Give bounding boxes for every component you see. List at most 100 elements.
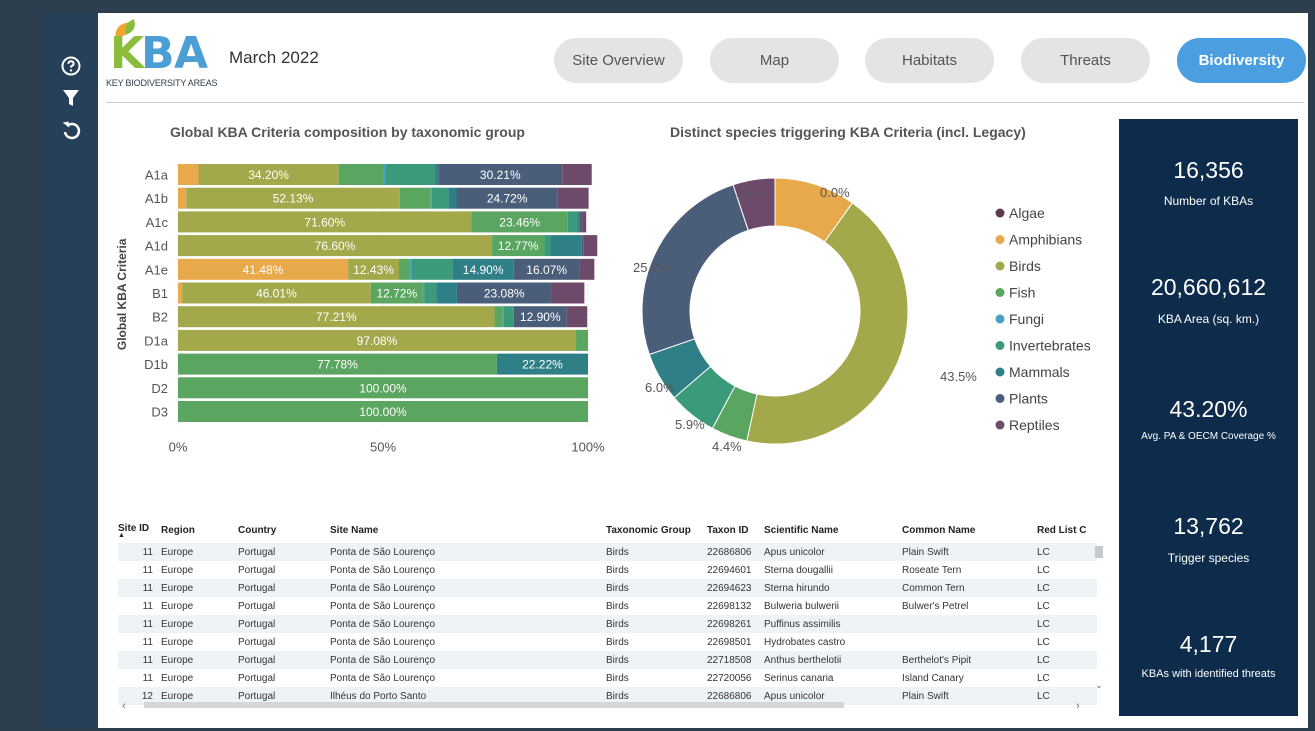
- bar-segment[interactable]: [411, 258, 453, 280]
- nav-biodiversity-button[interactable]: Biodiversity: [1177, 38, 1306, 83]
- donut-chart-title: Distinct species triggering KBA Criteria…: [670, 124, 1026, 140]
- table-cell: 22694601: [707, 564, 752, 576]
- table-cell: Ponta de São Lourenço: [330, 615, 606, 633]
- bar-segment[interactable]: [431, 187, 449, 209]
- table-cell: LC: [1037, 600, 1050, 612]
- bar-segment[interactable]: [579, 258, 595, 280]
- bar-segment[interactable]: [430, 187, 432, 209]
- bar-segment[interactable]: [448, 187, 457, 209]
- bar-segment[interactable]: [494, 306, 503, 328]
- donut-slice[interactable]: [746, 202, 909, 445]
- bar-segment[interactable]: [557, 187, 589, 209]
- bar-segment[interactable]: [583, 235, 598, 257]
- column-header-region[interactable]: Region: [161, 517, 238, 543]
- bar-segment[interactable]: [178, 187, 187, 209]
- table-row[interactable]: 11 Europe Portugal Ponta de São Lourenço Bir…: [118, 633, 1097, 651]
- bar-segment[interactable]: [576, 329, 588, 351]
- legend-label[interactable]: Amphibians: [1009, 232, 1082, 248]
- bar-segment[interactable]: [338, 164, 383, 185]
- table-horizontal-scrollbar[interactable]: ‹ ›: [118, 699, 1086, 711]
- bar-segment[interactable]: [502, 306, 504, 328]
- data-label: 16.07%: [526, 263, 567, 277]
- column-header-site-name[interactable]: Site Name: [330, 517, 606, 543]
- bar-segment[interactable]: [399, 258, 410, 280]
- bar-segment[interactable]: [178, 164, 199, 185]
- bar-segment[interactable]: [562, 164, 592, 185]
- legend-marker: [995, 367, 1005, 377]
- column-header-common-name[interactable]: Common Name: [902, 517, 1037, 543]
- nav-habitats-button[interactable]: Habitats: [865, 38, 994, 83]
- bar-segment[interactable]: [577, 211, 580, 233]
- bar-segment[interactable]: [409, 258, 412, 280]
- kba-logo: K B A KEY BIODIVERSITY AREAS: [106, 19, 218, 92]
- legend-label[interactable]: Algae: [1009, 205, 1045, 221]
- table-cell: Portugal: [238, 636, 276, 648]
- y-tick-label: D1a: [144, 333, 169, 348]
- bar-segment[interactable]: [550, 235, 582, 257]
- legend-marker: [995, 420, 1005, 430]
- table-cell: 11: [142, 600, 153, 612]
- bar-segment[interactable]: [582, 211, 587, 233]
- reset-icon[interactable]: [54, 115, 88, 145]
- column-header-taxon-id[interactable]: Taxon ID: [707, 517, 764, 543]
- bar-segment[interactable]: [178, 282, 183, 304]
- legend-label[interactable]: Plants: [1009, 391, 1048, 407]
- bar-segment[interactable]: [567, 211, 578, 233]
- table-row[interactable]: 11 Europe Portugal Ponta de São Lourenço Bir…: [118, 597, 1097, 615]
- data-label: 77.21%: [316, 310, 357, 324]
- donut-data-label: 25.2%: [633, 260, 670, 275]
- y-tick-label: A1d: [145, 239, 168, 254]
- nav-site-overview-button[interactable]: Site Overview: [554, 38, 683, 83]
- table-row[interactable]: 11 Europe Portugal Ponta de São Lourenço Bir…: [118, 579, 1097, 597]
- y-tick-label: D3: [151, 405, 168, 420]
- bar-segment[interactable]: [383, 164, 386, 185]
- x-tick-label: 100%: [571, 440, 605, 455]
- nav-threats-button[interactable]: Threats: [1021, 38, 1150, 83]
- legend-label[interactable]: Reptiles: [1009, 417, 1060, 433]
- table-row[interactable]: 11 Europe Portugal Ponta de São Lourenço Bir…: [118, 561, 1097, 579]
- data-label: 41.48%: [243, 263, 284, 277]
- bar-segment[interactable]: [544, 235, 551, 257]
- header-divider: [106, 102, 1304, 103]
- bar-segment[interactable]: [435, 164, 439, 185]
- column-header-country[interactable]: Country: [238, 517, 330, 543]
- bar-segment[interactable]: [503, 306, 514, 328]
- table-cell: Plain Swift: [902, 543, 1037, 561]
- data-label: 97.08%: [357, 334, 398, 348]
- column-header-taxonomic-group[interactable]: Taxonomic Group: [606, 517, 707, 543]
- column-header-scientific-name[interactable]: Scientific Name: [764, 517, 902, 543]
- bar-segment[interactable]: [581, 235, 584, 257]
- bar-segment[interactable]: [551, 282, 585, 304]
- help-icon[interactable]: [54, 51, 88, 81]
- bar-segment[interactable]: [436, 282, 457, 304]
- column-header-red-list[interactable]: Red List C: [1037, 517, 1097, 543]
- x-tick-label: 50%: [370, 440, 396, 455]
- table-cell: Ponta de São Lourenço: [330, 579, 606, 597]
- bar-segment[interactable]: [566, 306, 588, 328]
- species-donut-chart: 5.1% 0.0% 25.2% 43.5% 6.0% 5.9% 4.4% Algae Amphi…: [633, 177, 1091, 454]
- legend-label[interactable]: Fish: [1009, 285, 1035, 301]
- legend-label[interactable]: Mammals: [1009, 364, 1070, 380]
- table-row[interactable]: 11 Europe Portugal Ponta de São Lourenço Bir…: [118, 543, 1097, 561]
- filter-icon[interactable]: [54, 83, 88, 113]
- column-header-site-id[interactable]: Site ID ▲: [118, 517, 161, 543]
- bar-segment[interactable]: [422, 282, 425, 304]
- table-row[interactable]: 11 Europe Portugal Ponta de São Lourenço Bir…: [118, 669, 1097, 687]
- stat-trigger-species-label: Trigger species: [1167, 551, 1250, 565]
- bar-segment[interactable]: [399, 187, 431, 209]
- legend-label[interactable]: Invertebrates: [1009, 338, 1091, 354]
- table-row[interactable]: 11 Europe Portugal Ponta de São Lourenço Bir…: [118, 651, 1097, 669]
- bar-segment[interactable]: [424, 282, 437, 304]
- legend-label[interactable]: Birds: [1009, 258, 1041, 274]
- bar-segment[interactable]: [579, 211, 583, 233]
- table-row[interactable]: 11 Europe Portugal Ponta de São Lourenço Bir…: [118, 615, 1097, 633]
- bar-segment[interactable]: [385, 164, 436, 185]
- table-vertical-scrollbar[interactable]: ⌄: [1094, 546, 1104, 696]
- legend-label[interactable]: Fungi: [1009, 311, 1044, 327]
- stat-kba-count-label: Number of KBAs: [1163, 194, 1254, 208]
- nav-map-button[interactable]: Map: [710, 38, 839, 83]
- table-cell: Portugal: [238, 651, 330, 669]
- data-label: 46.01%: [256, 287, 297, 301]
- table-cell: Portugal: [238, 615, 330, 633]
- criteria-bar-chart: Global KBA Criteria A1a A1b A1c A1d A1e B1 B2 D1…: [115, 164, 605, 455]
